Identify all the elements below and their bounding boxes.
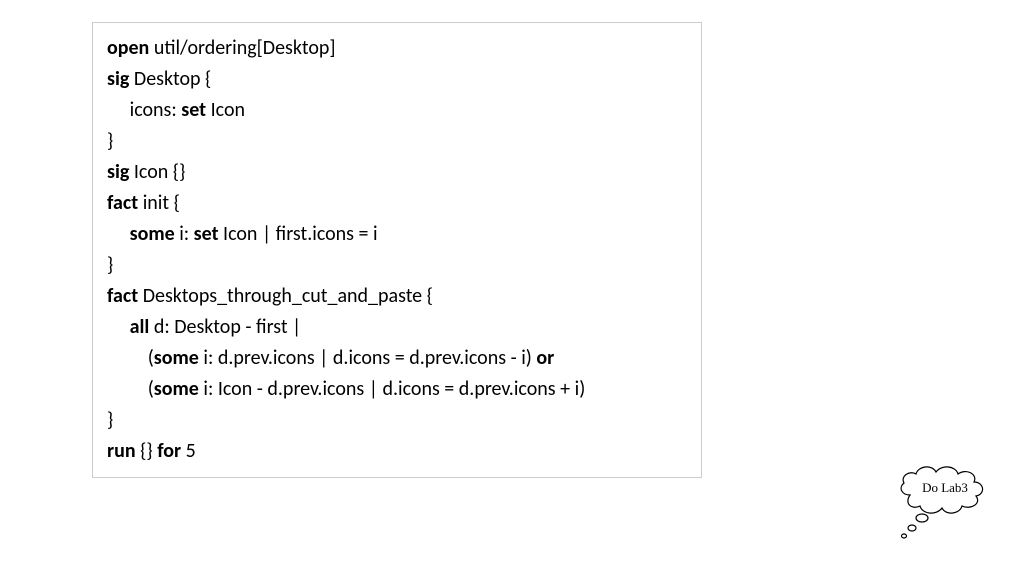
code-line: some i: set Icon | first.icons = i [107,219,687,250]
code-line: (some i: Icon - d.prev.icons | d.icons =… [107,374,687,405]
code-line: icons: set Icon [107,95,687,126]
keyword-some: some [154,346,199,370]
cloud-icon [890,460,1000,540]
code-line: } [107,405,687,436]
code-line: sig Desktop { [107,64,687,95]
keyword-fact: fact [107,191,138,215]
keyword-set: set [194,222,219,246]
keyword-some: some [154,377,199,401]
keyword-set: set [181,98,206,122]
code-line: fact init { [107,188,687,219]
keyword-or: or [536,346,554,370]
code-line: (some i: d.prev.icons | d.icons = d.prev… [107,343,687,374]
code-line: run {} for 5 [107,436,687,467]
keyword-run: run [107,439,136,463]
code-listing: open util/ordering[Desktop] sig Desktop … [92,22,702,478]
keyword-sig: sig [107,67,129,91]
code-line: open util/ordering[Desktop] [107,33,687,64]
code-line: } [107,250,687,281]
keyword-fact: fact [107,284,138,308]
code-line: sig Icon {} [107,157,687,188]
keyword-sig: sig [107,160,129,184]
code-line: } [107,126,687,157]
thought-bubble: Do Lab3 [890,460,1000,540]
keyword-open: open [107,36,149,60]
keyword-all: all [130,315,150,339]
keyword-some: some [130,222,175,246]
thought-label: Do Lab3 [890,480,1000,496]
code-line: all d: Desktop - first | [107,312,687,343]
code-line: fact Desktops_through_cut_and_paste { [107,281,687,312]
keyword-for: for [157,439,181,463]
